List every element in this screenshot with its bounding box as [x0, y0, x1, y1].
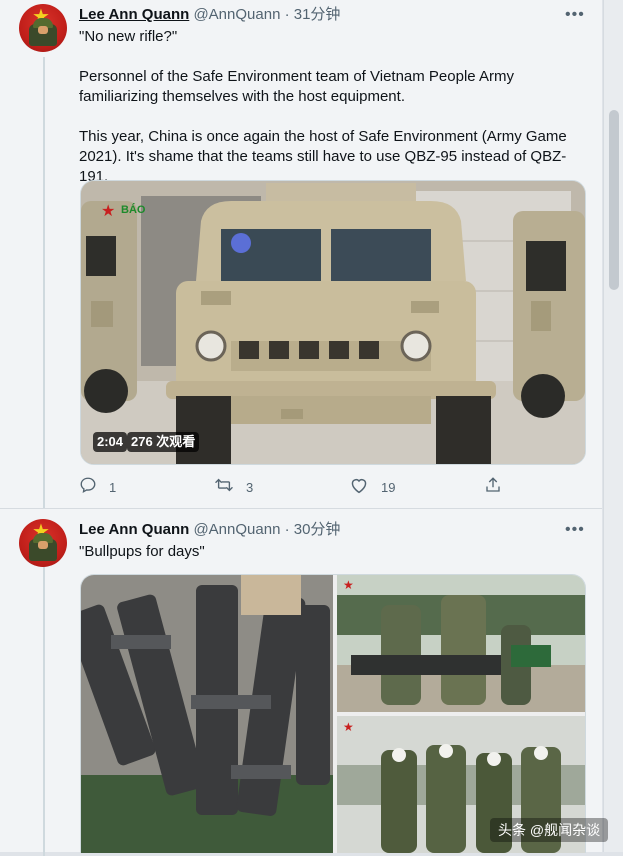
video-thumbnail: ★ BÁO: [81, 181, 585, 464]
tweet-text-line-1: "Bullpups for days": [79, 543, 205, 560]
separator: ·: [280, 6, 294, 23]
share-icon: [484, 476, 502, 499]
avatar[interactable]: ★: [19, 519, 67, 567]
heart-icon: [349, 476, 369, 499]
author-name[interactable]: Lee Ann Quann: [79, 6, 189, 23]
svg-text:★: ★: [101, 203, 115, 220]
reply-count: 1: [109, 479, 117, 495]
more-options-icon[interactable]: •••: [565, 6, 585, 24]
reply-icon: [79, 476, 97, 499]
thread-line: [43, 566, 45, 856]
source-watermark: 头条 @舰闻杂谈: [490, 818, 609, 842]
tweet[interactable]: ★ Lee Ann Quann @AnnQuann · 31分钟 ••• "No…: [0, 0, 602, 509]
scrollbar-thumb[interactable]: [609, 110, 619, 290]
tweet-text-line-3: This year, China is once again the host …: [79, 128, 567, 185]
retweet-icon: [214, 476, 234, 499]
tweet-text-line-1: "No new rifle?": [79, 28, 178, 45]
reply-button[interactable]: 1: [79, 476, 116, 498]
author-handle[interactable]: @AnnQuann: [193, 521, 280, 538]
retweet-count: 3: [246, 479, 254, 495]
photo-grid[interactable]: ★ ★: [80, 574, 586, 853]
tweet[interactable]: ★ Lee Ann Quann @AnnQuann · 30分钟 ••• "Bu…: [0, 509, 602, 856]
separator: ·: [280, 521, 294, 538]
video-player[interactable]: ★ BÁO 2:04 276 次观看: [80, 180, 586, 465]
author-handle[interactable]: @AnnQuann: [193, 6, 280, 23]
tweet-actions: 1 3 19: [79, 476, 519, 498]
tweet-text-line-2: Personnel of the Safe Environment team o…: [79, 68, 514, 105]
svg-text:BÁO: BÁO: [121, 203, 146, 216]
photo-collage: ★ ★: [81, 575, 585, 853]
video-duration: 2:04: [93, 432, 128, 452]
more-options-icon[interactable]: •••: [565, 521, 585, 539]
share-button[interactable]: [484, 476, 514, 498]
thread-line: [43, 57, 45, 508]
like-count: 19: [381, 479, 396, 495]
retweet-button[interactable]: 3: [214, 476, 253, 498]
svg-text:★: ★: [343, 578, 354, 592]
author-name[interactable]: Lee Ann Quann: [79, 521, 189, 538]
video-views: 276 次观看: [127, 432, 200, 452]
like-button[interactable]: 19: [349, 476, 395, 498]
timestamp[interactable]: 31分钟: [294, 6, 341, 23]
tweet-header: Lee Ann Quann @AnnQuann · 30分钟: [79, 521, 340, 539]
tweet-header: Lee Ann Quann @AnnQuann · 31分钟: [79, 6, 340, 24]
scrollbar[interactable]: [603, 0, 623, 852]
avatar-face: [38, 26, 48, 34]
svg-text:★: ★: [343, 720, 354, 734]
avatar-face: [38, 541, 48, 549]
timeline: ★ Lee Ann Quann @AnnQuann · 31分钟 ••• "No…: [0, 0, 602, 856]
timestamp[interactable]: 30分钟: [294, 521, 341, 538]
avatar[interactable]: ★: [19, 4, 67, 52]
